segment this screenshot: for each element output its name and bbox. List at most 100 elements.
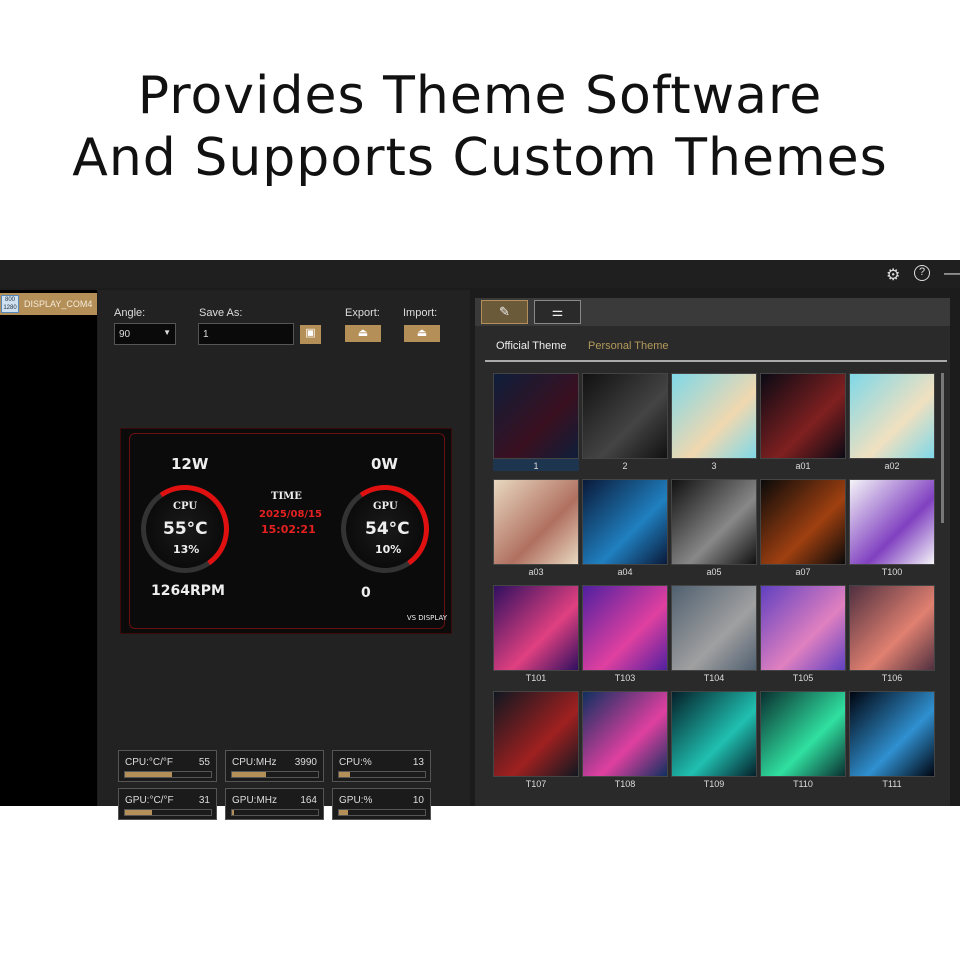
- cpu-power: 12W: [171, 455, 209, 473]
- settings-icon[interactable]: ⚙: [886, 265, 900, 285]
- minimize-icon[interactable]: —: [944, 265, 960, 283]
- theme-thumbnail[interactable]: T108: [582, 691, 668, 789]
- sensor-name: CPU:°C/°F: [125, 757, 173, 768]
- theme-thumbnail[interactable]: 1: [493, 373, 579, 471]
- theme-thumbnail[interactable]: a02: [849, 373, 935, 471]
- theme-name: T107: [525, 779, 547, 789]
- theme-thumbnail[interactable]: T105: [760, 585, 846, 683]
- sensor-card: GPU:°C/°F 31: [118, 788, 217, 820]
- sensor-name: GPU:°C/°F: [125, 795, 174, 806]
- theme-thumbnail[interactable]: a05: [671, 479, 757, 577]
- tab-divider: [485, 360, 947, 362]
- theme-name: a01: [795, 461, 811, 471]
- import-button[interactable]: ⏏: [404, 325, 440, 342]
- theme-image: [582, 373, 668, 459]
- theme-thumbnail[interactable]: T100: [849, 479, 935, 577]
- theme-thumbnail[interactable]: T106: [849, 585, 935, 683]
- settings-tab-button[interactable]: ⚌: [534, 300, 581, 324]
- theme-name: T110: [793, 779, 813, 789]
- theme-thumbnail[interactable]: T107: [493, 691, 579, 789]
- tab-personal-theme[interactable]: Personal Theme: [588, 340, 669, 352]
- sensor-value: 3990: [294, 757, 317, 768]
- device-item[interactable]: 800 1280 DISPLAY_COM4: [0, 293, 97, 315]
- theme-name: T104: [703, 673, 725, 683]
- theme-image: [760, 479, 846, 565]
- theme-name: T108: [614, 779, 636, 789]
- save-button[interactable]: ▣: [300, 325, 321, 344]
- theme-thumbnail[interactable]: T103: [582, 585, 668, 683]
- title-bar: ⚙ ? —: [0, 260, 960, 288]
- theme-app-window: ⚙ ? — 800 1280 DISPLAY_COM4 Angle: 90 ▼ S…: [0, 260, 960, 820]
- device-sidebar: 800 1280 DISPLAY_COM4: [0, 290, 97, 806]
- sensor-bar: [338, 771, 426, 778]
- sensor-bar: [231, 771, 319, 778]
- theme-image: [760, 691, 846, 777]
- theme-image: [849, 373, 935, 459]
- sensor-card: GPU:% 10: [332, 788, 431, 820]
- theme-image: [493, 373, 579, 459]
- theme-library-panel: ✎ ⚌ Official Theme Personal Theme 1 2 3 a01…: [475, 298, 950, 806]
- sensor-value: 164: [300, 795, 317, 806]
- tab-official-theme[interactable]: Official Theme: [496, 340, 567, 352]
- theme-image: [849, 691, 935, 777]
- edit-icon: ✎: [499, 304, 510, 319]
- help-icon[interactable]: ?: [914, 265, 930, 281]
- date-value: 2025/08/15: [259, 509, 322, 520]
- theme-name: a07: [795, 567, 811, 577]
- export-label: Export:: [345, 307, 380, 319]
- sensor-bar-fill: [339, 772, 351, 777]
- brand-label: VS DISPLAY: [406, 614, 447, 622]
- sensor-bar-fill: [339, 810, 348, 815]
- theme-thumbnail[interactable]: T110: [760, 691, 846, 789]
- import-label: Import:: [403, 307, 438, 319]
- sensor-bar-fill: [232, 810, 234, 815]
- theme-thumbnail[interactable]: T109: [671, 691, 757, 789]
- sensor-name: CPU:MHz: [232, 757, 277, 768]
- fan-speed: 1264RPM: [151, 583, 225, 599]
- time-value: 15:02:21: [261, 523, 316, 536]
- gpu-usage: 10%: [375, 543, 402, 556]
- sensor-value: 31: [198, 795, 210, 806]
- theme-name: 2: [622, 461, 628, 471]
- theme-thumbnail[interactable]: T104: [671, 585, 757, 683]
- sensor-bar-fill: [232, 772, 267, 777]
- angle-value: 90: [119, 329, 131, 340]
- theme-thumbnail[interactable]: a03: [493, 479, 579, 577]
- theme-name: a03: [528, 567, 544, 577]
- themes-tab-button[interactable]: ✎: [481, 300, 528, 324]
- theme-image: [849, 479, 935, 565]
- save-as-input[interactable]: 1: [198, 323, 294, 345]
- sensor-card: CPU:% 13: [332, 750, 431, 782]
- time-label: TIME: [271, 491, 302, 502]
- theme-thumbnail[interactable]: a07: [760, 479, 846, 577]
- sensor-value: 10: [412, 795, 424, 806]
- theme-image: [760, 585, 846, 671]
- sensor-bar-fill: [125, 772, 173, 777]
- export-button[interactable]: ⏏: [345, 325, 381, 342]
- gpu-fan: 0: [361, 585, 371, 601]
- theme-thumbnail[interactable]: 3: [671, 373, 757, 471]
- save-as-label: Save As:: [199, 307, 243, 319]
- theme-image: [582, 691, 668, 777]
- cpu-temp: 55°C: [163, 519, 208, 539]
- theme-thumbnail[interactable]: T101: [493, 585, 579, 683]
- sensor-bar: [124, 809, 212, 816]
- theme-image: [671, 691, 757, 777]
- theme-image: [493, 585, 579, 671]
- scrollbar[interactable]: [941, 373, 944, 523]
- headline-line-2: And Supports Custom Themes: [72, 128, 888, 188]
- theme-thumbnail[interactable]: a01: [760, 373, 846, 471]
- gpu-power: 0W: [371, 455, 398, 473]
- sensor-card: CPU:MHz 3990: [225, 750, 324, 782]
- angle-label: Angle:: [114, 307, 146, 319]
- theme-preview: 12W 0W CPU 55°C 13% GPU 54°C 10% TIME 20…: [120, 428, 452, 634]
- sensor-card: GPU:MHz 164: [225, 788, 324, 820]
- theme-thumbnail[interactable]: a04: [582, 479, 668, 577]
- theme-image: [671, 479, 757, 565]
- angle-select[interactable]: 90 ▼: [114, 323, 176, 345]
- theme-thumbnail[interactable]: T111: [849, 691, 935, 789]
- sensor-value: 13: [412, 757, 424, 768]
- theme-name: T111: [882, 779, 902, 789]
- sensor-bar: [124, 771, 212, 778]
- theme-thumbnail[interactable]: 2: [582, 373, 668, 471]
